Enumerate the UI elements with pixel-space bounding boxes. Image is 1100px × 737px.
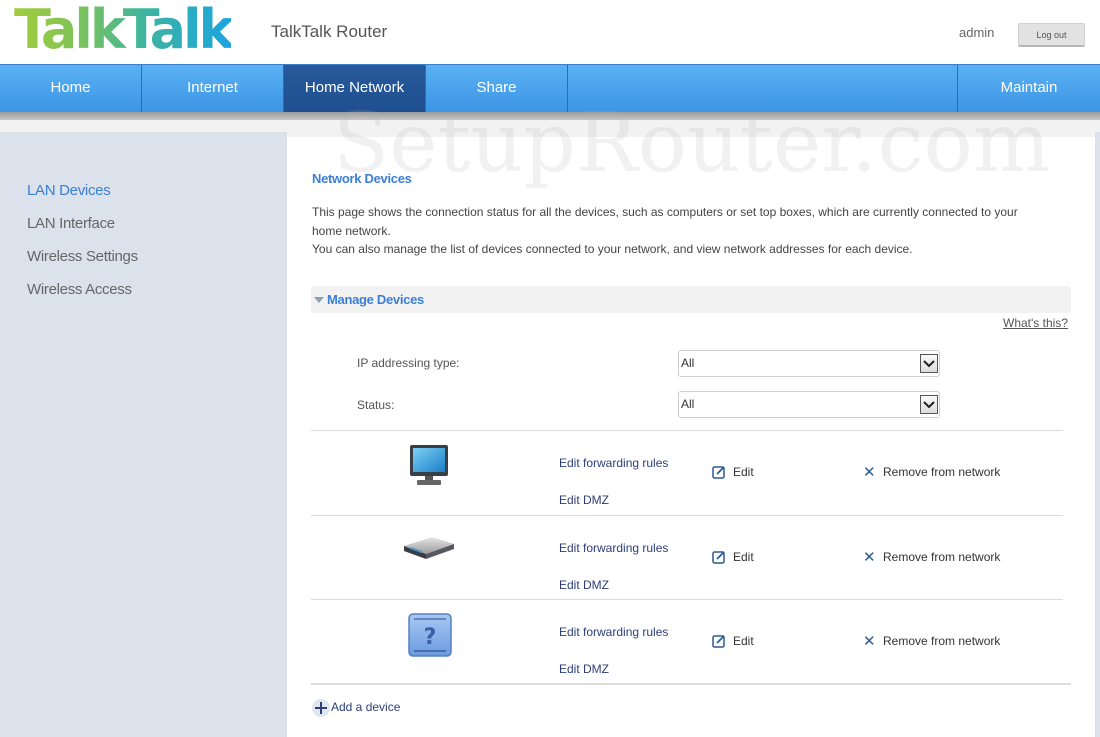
nav-tab-maintain[interactable]: Maintain — [957, 65, 1100, 112]
divider — [311, 599, 1063, 600]
nav-tab-home-network[interactable]: Home Network — [284, 65, 426, 112]
add-device-label[interactable]: Add a device — [331, 700, 400, 714]
ip-addressing-type-select[interactable]: All — [678, 350, 940, 377]
description-line-1: This page shows the connection status fo… — [312, 205, 1018, 219]
edit-dmz-link[interactable]: Edit DMZ — [559, 662, 609, 676]
sidebar-item-wireless-access[interactable]: Wireless Access — [27, 281, 132, 298]
talktalk-logo[interactable]: TalkTalk — [14, 0, 234, 62]
select-value: All — [681, 356, 695, 370]
edit-device-button[interactable]: Edit — [733, 550, 754, 564]
nav-shadow — [0, 112, 1100, 120]
section-title[interactable]: Manage Devices — [327, 292, 424, 307]
remove-x-icon[interactable]: ✕ — [863, 632, 876, 650]
select-value: All — [681, 397, 695, 411]
chevron-down-icon[interactable] — [920, 395, 938, 414]
nav-tab-home[interactable]: Home — [0, 65, 142, 112]
remove-from-network-button[interactable]: Remove from network — [883, 465, 1000, 479]
ip-addressing-type-label: IP addressing type: — [357, 356, 460, 370]
current-user: admin — [959, 25, 995, 40]
edit-device-button[interactable]: Edit — [733, 465, 754, 479]
page-title: Network Devices — [312, 171, 412, 186]
edit-pencil-icon[interactable] — [712, 465, 726, 479]
edit-forwarding-rules-link[interactable]: Edit forwarding rules — [559, 456, 668, 470]
edit-dmz-link[interactable]: Edit DMZ — [559, 493, 609, 507]
app-title: TalkTalk Router — [271, 22, 388, 41]
computer-monitor-icon — [410, 445, 448, 485]
sidebar-item-lan-interface[interactable]: LAN Interface — [27, 215, 115, 232]
logout-button[interactable]: Log out — [1018, 23, 1085, 47]
unknown-device-icon: ? — [408, 613, 452, 657]
divider — [311, 430, 1063, 431]
divider — [311, 683, 1071, 685]
edit-forwarding-rules-link[interactable]: Edit forwarding rules — [559, 625, 668, 639]
description-line-2: home network. — [312, 224, 391, 238]
edit-pencil-icon[interactable] — [712, 634, 726, 648]
status-label: Status: — [357, 398, 395, 412]
edit-dmz-link[interactable]: Edit DMZ — [559, 578, 609, 592]
nav-tab-internet[interactable]: Internet — [142, 65, 284, 112]
manage-devices-section-header[interactable] — [311, 286, 1071, 313]
sidebar-item-lan-devices[interactable]: LAN Devices — [27, 182, 111, 199]
whats-this-link[interactable]: What's this? — [1003, 316, 1068, 330]
remove-from-network-button[interactable]: Remove from network — [883, 550, 1000, 564]
set-top-box-icon — [404, 537, 454, 559]
plus-icon[interactable] — [312, 699, 330, 717]
remove-x-icon[interactable]: ✕ — [863, 463, 876, 481]
right-edge-strip — [1095, 132, 1100, 737]
status-select[interactable]: All — [678, 391, 940, 418]
nav-tab-share[interactable]: Share — [426, 65, 568, 112]
edit-pencil-icon[interactable] — [712, 550, 726, 564]
sidebar-item-wireless-settings[interactable]: Wireless Settings — [27, 248, 138, 265]
edit-forwarding-rules-link[interactable]: Edit forwarding rules — [559, 541, 668, 555]
svg-text:?: ? — [424, 625, 437, 650]
edit-device-button[interactable]: Edit — [733, 634, 754, 648]
chevron-down-icon[interactable] — [920, 354, 938, 373]
header: TalkTalk TalkTalk Router admin Log out — [0, 0, 1100, 64]
collapse-triangle-icon[interactable] — [314, 297, 324, 303]
main-nav: Home Internet Home Network Share Maintai… — [0, 64, 1100, 112]
description-line-3: You can also manage the list of devices … — [312, 242, 913, 256]
remove-from-network-button[interactable]: Remove from network — [883, 634, 1000, 648]
remove-x-icon[interactable]: ✕ — [863, 548, 876, 566]
divider — [311, 515, 1063, 516]
